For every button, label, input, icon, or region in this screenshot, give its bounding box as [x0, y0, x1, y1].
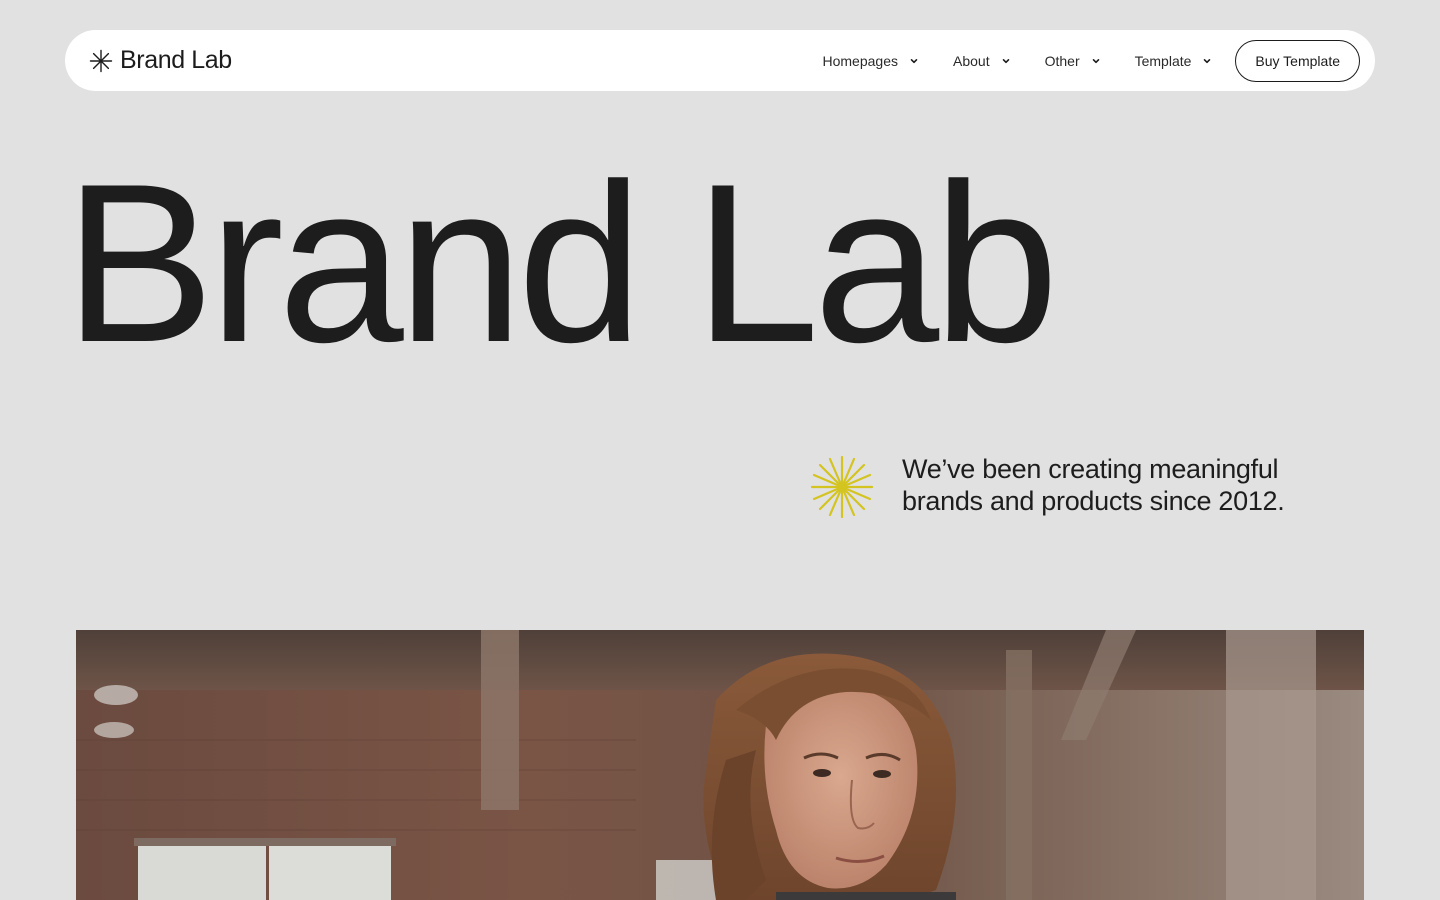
- chevron-down-icon: [909, 56, 919, 66]
- hero-tagline: We’ve been creating meaningful brands an…: [902, 454, 1285, 516]
- page: Brand Lab Homepages About Other Template…: [0, 0, 1440, 900]
- chevron-down-icon: [1091, 56, 1101, 66]
- tagline-block: We’ve been creating meaningful brands an…: [810, 453, 1322, 519]
- sparkle-icon: [810, 455, 874, 519]
- brand-logo-link[interactable]: Brand Lab: [89, 46, 232, 75]
- photo-person-icon: [76, 630, 1364, 900]
- hero-title: Brand Lab: [64, 136, 1059, 389]
- nav-item-homepages[interactable]: Homepages: [823, 53, 920, 69]
- hero-photo: [76, 630, 1364, 900]
- nav-item-about[interactable]: About: [953, 53, 1011, 69]
- nav-item-label: Template: [1134, 52, 1192, 69]
- top-navbar: Brand Lab Homepages About Other Template…: [65, 30, 1375, 91]
- brand-name: Brand Lab: [120, 46, 232, 74]
- nav-item-label: Other: [1044, 52, 1080, 69]
- main-nav: Homepages About Other Template Buy Templ…: [823, 39, 1360, 82]
- nav-item-other[interactable]: Other: [1045, 53, 1101, 69]
- nav-item-template[interactable]: Template: [1135, 53, 1213, 69]
- nav-item-label: Homepages: [822, 52, 899, 69]
- chevron-down-icon: [1202, 56, 1212, 66]
- nav-item-label: About: [953, 52, 990, 69]
- asterisk-icon: [89, 49, 113, 73]
- chevron-down-icon: [1001, 56, 1011, 66]
- buy-template-button[interactable]: Buy Template: [1235, 39, 1360, 82]
